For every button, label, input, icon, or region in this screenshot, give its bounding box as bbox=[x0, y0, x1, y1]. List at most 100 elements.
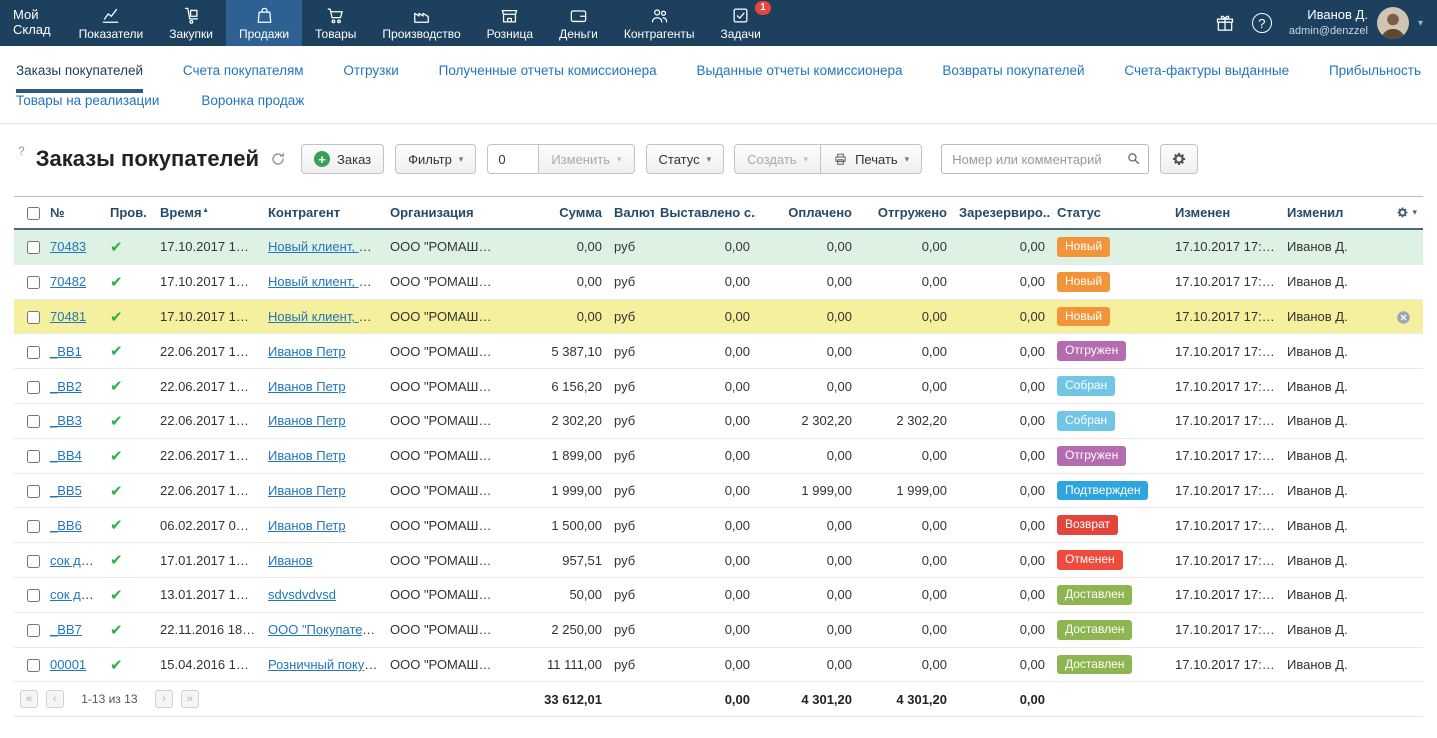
column-header-organization[interactable]: Организация bbox=[384, 197, 502, 230]
order-row[interactable]: _ВВ3✔22.06.2017 15:38Иванов ПетрООО "РОМ… bbox=[14, 404, 1423, 439]
status-badge[interactable]: Собран bbox=[1057, 411, 1115, 431]
status-badge[interactable]: Отгружен bbox=[1057, 341, 1126, 361]
print-button[interactable]: Печать ▾ bbox=[820, 144, 922, 174]
gift-icon[interactable] bbox=[1215, 13, 1235, 33]
column-header-approved[interactable]: Пров. bbox=[104, 197, 154, 230]
prev-page-button[interactable]: ‹ bbox=[46, 690, 64, 708]
order-number-link[interactable]: _ВВ2 bbox=[50, 379, 82, 394]
nav-item-purchases[interactable]: Закупки bbox=[156, 0, 226, 46]
order-row[interactable]: _ВВ6✔06.02.2017 09:43Иванов ПетрООО "РОМ… bbox=[14, 508, 1423, 543]
order-number-link[interactable]: _ВВ1 bbox=[50, 344, 82, 359]
order-number-link[interactable]: сок добр... bbox=[50, 587, 104, 602]
order-row[interactable]: 70482✔17.10.2017 13:21Новый клиент, исто… bbox=[14, 264, 1423, 299]
nav-item-production[interactable]: Производство bbox=[369, 0, 473, 46]
column-header-sum[interactable]: Сумма bbox=[502, 197, 608, 230]
status-badge[interactable]: Новый bbox=[1057, 272, 1110, 292]
order-row[interactable]: 00001✔15.04.2016 12:05Розничный покупате… bbox=[14, 647, 1423, 682]
order-number-link[interactable]: _ВВ4 bbox=[50, 448, 82, 463]
search-input[interactable] bbox=[941, 144, 1149, 174]
status-badge[interactable]: Доставлен bbox=[1057, 655, 1132, 675]
order-row[interactable]: _ВВ2✔22.06.2017 15:38Иванов ПетрООО "РОМ… bbox=[14, 369, 1423, 404]
counterparty-link[interactable]: Новый клиент, источ... bbox=[268, 309, 384, 324]
column-header-number[interactable]: № bbox=[44, 197, 104, 230]
order-number-link[interactable]: 70482 bbox=[50, 274, 86, 289]
counterparty-link[interactable]: Иванов bbox=[268, 553, 313, 568]
page-help-icon[interactable]: ? bbox=[18, 144, 25, 158]
order-row[interactable]: _ВВ5✔22.06.2017 15:38Иванов ПетрООО "РОМ… bbox=[14, 473, 1423, 508]
last-page-button[interactable]: » bbox=[181, 690, 199, 708]
app-logo[interactable]: Мой Склад bbox=[0, 0, 66, 46]
status-badge[interactable]: Новый bbox=[1057, 307, 1110, 327]
status-badge[interactable]: Доставлен bbox=[1057, 585, 1132, 605]
column-header-shipped[interactable]: Отгружено bbox=[858, 197, 953, 230]
filter-button[interactable]: Фильтр ▾ bbox=[395, 144, 476, 174]
order-row[interactable]: _ВВ1✔22.06.2017 15:38Иванов ПетрООО "РОМ… bbox=[14, 334, 1423, 369]
tab-shipments[interactable]: Отгрузки bbox=[343, 63, 398, 93]
user-menu[interactable]: Иванов Д. admin@denzzel ▾ bbox=[1289, 7, 1423, 39]
nav-item-goods[interactable]: Товары bbox=[302, 0, 369, 46]
counterparty-link[interactable]: ООО "Покупатель" bbox=[268, 622, 381, 637]
next-page-button[interactable]: › bbox=[155, 690, 173, 708]
column-header-time[interactable]: Время▴ bbox=[154, 197, 262, 230]
order-row[interactable]: _ВВ4✔22.06.2017 15:38Иванов ПетрООО "РОМ… bbox=[14, 438, 1423, 473]
nav-item-tasks[interactable]: Задачи1 bbox=[708, 0, 774, 46]
row-checkbox[interactable] bbox=[27, 415, 40, 428]
order-row[interactable]: _ВВ7✔22.11.2016 18:17ООО "Покупатель"ООО… bbox=[14, 612, 1423, 647]
order-number-link[interactable]: _ВВ6 bbox=[50, 518, 82, 533]
tab-issued-invoices[interactable]: Счета-фактуры выданные bbox=[1124, 63, 1289, 93]
status-badge[interactable]: Отменен bbox=[1057, 550, 1123, 570]
tab-received-commission-reports[interactable]: Полученные отчеты комиссионера bbox=[439, 63, 657, 93]
counterparty-link[interactable]: Новый клиент, источ... bbox=[268, 274, 384, 289]
counterparty-link[interactable]: Иванов Петр bbox=[268, 448, 346, 463]
column-header-invoiced[interactable]: Выставлено с... bbox=[654, 197, 756, 230]
order-number-link[interactable]: сок добр... bbox=[50, 553, 104, 568]
create-button[interactable]: Создать ▾ bbox=[734, 144, 821, 174]
row-checkbox[interactable] bbox=[27, 311, 40, 324]
nav-item-sales[interactable]: Продажи bbox=[226, 0, 302, 46]
order-number-link[interactable]: _ВВ7 bbox=[50, 622, 82, 637]
order-row[interactable]: 70483✔17.10.2017 13:22Новый клиент, исто… bbox=[14, 229, 1423, 264]
order-number-link[interactable]: 70483 bbox=[50, 239, 86, 254]
order-row[interactable]: 70481✔17.10.2017 13:21Новый клиент, исто… bbox=[14, 299, 1423, 334]
tab-profitability[interactable]: Прибыльность bbox=[1329, 63, 1421, 93]
first-page-button[interactable]: « bbox=[20, 690, 38, 708]
tab-sales-funnel[interactable]: Воронка продаж bbox=[201, 93, 304, 123]
status-badge[interactable]: Возврат bbox=[1057, 515, 1118, 535]
create-order-button[interactable]: + Заказ bbox=[301, 144, 384, 174]
row-checkbox[interactable] bbox=[27, 520, 40, 533]
order-number-link[interactable]: _ВВ3 bbox=[50, 413, 82, 428]
row-checkbox[interactable] bbox=[27, 381, 40, 394]
tab-consignment-goods[interactable]: Товары на реализации bbox=[16, 93, 159, 123]
order-number-link[interactable]: 70481 bbox=[50, 309, 86, 324]
status-badge[interactable]: Новый bbox=[1057, 237, 1110, 257]
column-header-counterparty[interactable]: Контрагент bbox=[262, 197, 384, 230]
row-checkbox[interactable] bbox=[27, 276, 40, 289]
order-row[interactable]: сок добр...✔17.01.2017 10:47ИвановООО "Р… bbox=[14, 543, 1423, 578]
column-header-currency[interactable]: Валюта bbox=[608, 197, 654, 230]
counterparty-link[interactable]: Иванов Петр bbox=[268, 413, 346, 428]
tab-customer-invoices[interactable]: Счета покупателям bbox=[183, 63, 304, 93]
status-badge[interactable]: Доставлен bbox=[1057, 620, 1132, 640]
nav-item-money[interactable]: Деньги bbox=[546, 0, 611, 46]
nav-item-contractors[interactable]: Контрагенты bbox=[611, 0, 708, 46]
row-checkbox[interactable] bbox=[27, 624, 40, 637]
row-checkbox[interactable] bbox=[27, 450, 40, 463]
search-icon[interactable] bbox=[1126, 151, 1141, 166]
tab-issued-commission-reports[interactable]: Выданные отчеты комиссионера bbox=[696, 63, 902, 93]
edit-button[interactable]: Изменить ▾ bbox=[538, 144, 634, 174]
close-icon[interactable] bbox=[1396, 310, 1411, 325]
status-badge[interactable]: Отгружен bbox=[1057, 446, 1126, 466]
column-header-reserved[interactable]: Зарезервиро... bbox=[953, 197, 1051, 230]
refresh-icon[interactable] bbox=[270, 151, 286, 167]
column-settings[interactable]: ▾ bbox=[1381, 197, 1423, 230]
column-header-paid[interactable]: Оплачено bbox=[756, 197, 858, 230]
row-checkbox[interactable] bbox=[27, 241, 40, 254]
status-button[interactable]: Статус ▾ bbox=[646, 144, 725, 174]
help-icon[interactable]: ? bbox=[1252, 13, 1272, 33]
column-header-changed[interactable]: Изменен bbox=[1169, 197, 1281, 230]
counterparty-link[interactable]: Иванов Петр bbox=[268, 518, 346, 533]
counterparty-link[interactable]: Иванов Петр bbox=[268, 379, 346, 394]
select-all-checkbox[interactable] bbox=[27, 207, 40, 220]
nav-item-retail[interactable]: Розница bbox=[474, 0, 546, 46]
counterparty-link[interactable]: Иванов Петр bbox=[268, 344, 346, 359]
